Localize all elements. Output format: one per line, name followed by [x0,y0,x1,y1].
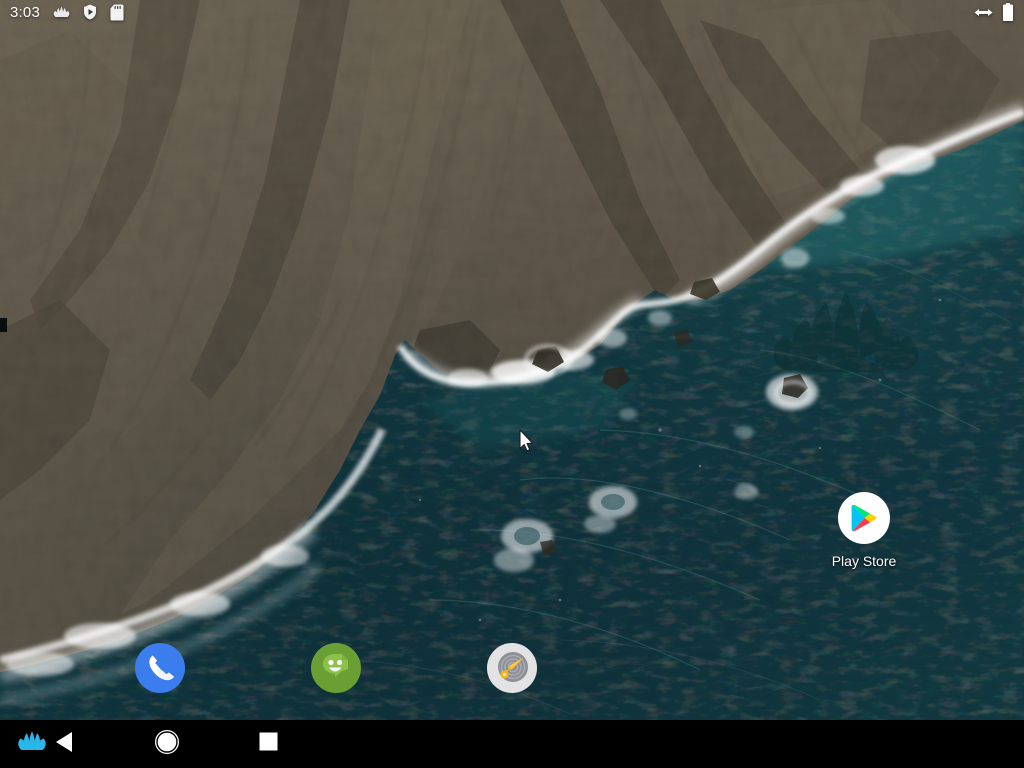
home-circle-icon [154,729,180,760]
status-bar[interactable]: 3:03 [0,0,1024,24]
dock-item-phone[interactable] [128,638,192,702]
play-store-icon [838,492,890,544]
recents-square-icon [259,732,278,756]
dock-item-messaging[interactable] [304,638,368,702]
screen-edge-notch [0,318,7,332]
compass-browser-icon [487,642,537,698]
nav-recents-button[interactable] [244,720,292,768]
back-triangle-icon [54,731,74,758]
shield-play-icon [83,4,97,20]
dock-item-browser[interactable] [480,638,544,702]
dock [0,638,1024,702]
phone-icon [135,642,185,698]
wallpaper[interactable] [0,0,1024,720]
sd-card-icon [110,4,124,21]
navigation-bar [0,720,1024,768]
lotus-icon [53,6,70,19]
android-home-screen: 3:03 Play Store [0,0,1024,768]
resize-arrows-icon [974,6,993,19]
messaging-icon [311,642,361,698]
status-bar-left: 3:03 [10,4,124,21]
nav-back-button[interactable] [40,720,88,768]
nav-home-button[interactable] [143,720,191,768]
status-clock: 3:03 [10,3,40,21]
status-bar-right [974,2,1014,22]
app-icon-play-store[interactable]: Play Store [806,492,922,568]
app-label-play-store: Play Store [831,553,897,569]
battery-full-icon [1002,2,1014,22]
